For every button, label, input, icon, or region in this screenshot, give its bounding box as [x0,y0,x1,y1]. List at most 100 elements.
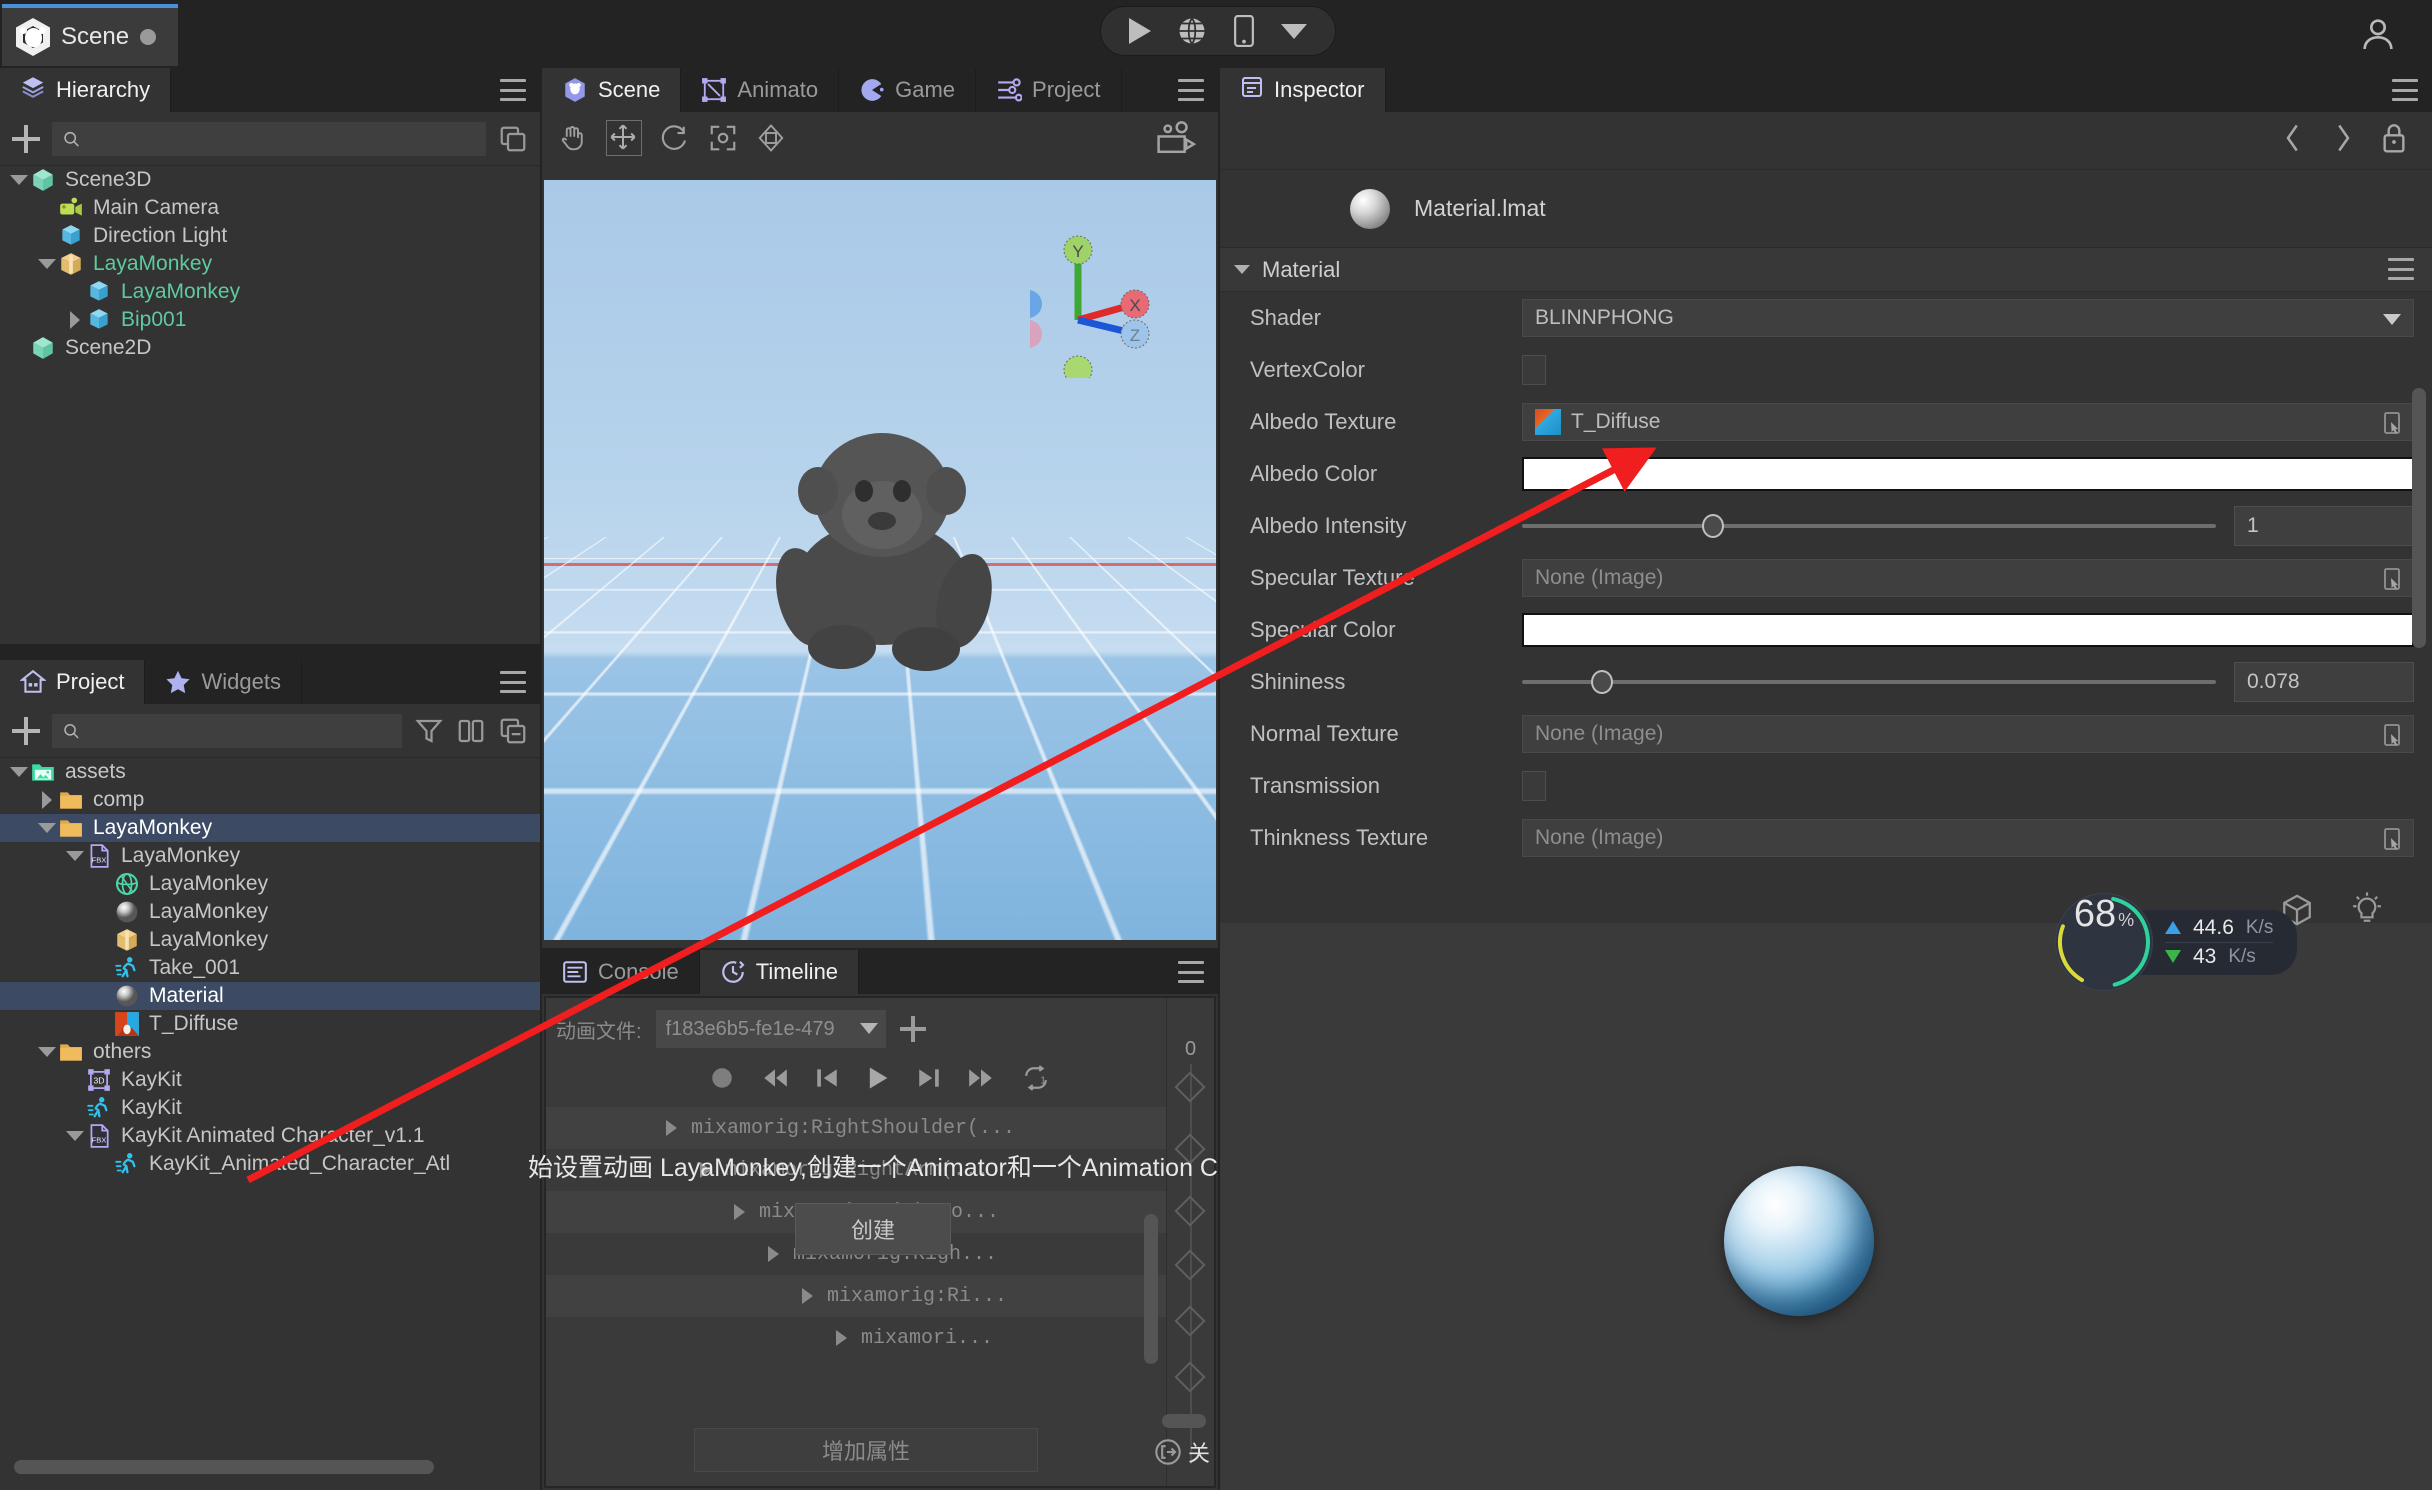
tree-item[interactable]: Scene2D [0,334,540,362]
color-swatch[interactable] [1522,457,2414,491]
slider[interactable] [1522,670,2234,694]
shader-dropdown[interactable]: BLINNPHONG [1522,299,2414,337]
globe-icon[interactable] [1177,16,1207,46]
timeline-track-row[interactable]: mixamori... [546,1317,1214,1359]
timeline-add-animation-button[interactable] [899,1016,926,1042]
slider-track[interactable] [1522,670,2216,694]
tree-item[interactable]: 3D KayKit [0,1066,540,1094]
tab-project[interactable]: Project [976,68,1122,112]
hierarchy-search-input[interactable] [88,128,476,149]
bottom-panel-menu-icon[interactable] [1178,961,1204,983]
play-icon[interactable] [1129,18,1151,44]
tree-item[interactable]: T_Diffuse [0,1010,540,1038]
twisty-expanded-icon[interactable] [36,823,58,833]
tree-item[interactable]: assets [0,758,540,786]
material-section-menu-icon[interactable] [2388,258,2414,280]
hand-pan-tool[interactable] [558,123,588,153]
twisty-collapsed-icon[interactable] [36,791,58,809]
slider-track[interactable] [1522,514,2216,538]
global-local-tool[interactable] [756,123,786,153]
timeline-close-button[interactable]: 关 [1154,1436,1210,1468]
slider-knob[interactable] [1702,514,1725,538]
tree-item[interactable]: Material [0,982,540,1010]
timeline-track-row[interactable]: mixamorig:RightShoulder(... [546,1107,1214,1149]
tree-item[interactable]: LayaMonkey [0,926,540,954]
user-account-icon[interactable] [2358,14,2398,54]
tree-item[interactable]: KayKit [0,1094,540,1122]
chevron-down-icon[interactable] [1281,23,1307,39]
twisty-collapsed-icon[interactable] [64,311,86,329]
tab-timeline[interactable]: Timeline [699,950,860,994]
texture-slot[interactable]: None (Image) [1522,715,2414,753]
mobile-icon[interactable] [1233,15,1255,47]
tab-inspector[interactable]: Inspector [1220,68,1386,112]
asset-picker-icon[interactable] [2381,723,2405,747]
project-search-box[interactable] [52,713,402,748]
performance-stats-hud[interactable]: 68 % 44.6 K/s 43 K/s [2055,893,2298,991]
slider-knob[interactable] [1591,670,1614,694]
layamonkey-3d-model[interactable] [730,387,1030,687]
tree-item[interactable]: KayKit_Animated_Character_Atl [0,1150,540,1178]
tab-scene[interactable]: Scene [542,68,682,112]
rotate-tool[interactable] [660,123,690,153]
split-columns-icon[interactable] [456,716,486,746]
twisty-expanded-icon[interactable] [36,259,58,269]
tab-widgets[interactable]: Widgets [145,660,302,704]
texture-slot[interactable]: None (Image) [1522,559,2414,597]
tree-item[interactable]: LayaMonkey [0,870,540,898]
timeline-keyframe-diamond[interactable] [1174,1071,1206,1103]
tab-project[interactable]: Project [0,660,146,704]
chevron-down-icon[interactable] [1234,265,1250,274]
twisty-expanded-icon[interactable] [64,851,86,861]
step-back-icon[interactable] [815,1065,839,1096]
lock-icon[interactable] [2382,122,2406,159]
tree-item[interactable]: others [0,1038,540,1066]
tree-item[interactable]: comp [0,786,540,814]
twisty-collapsed-icon[interactable] [768,1246,779,1262]
timeline-keyframe-diamond[interactable] [1174,1305,1206,1337]
timeline-horizontal-scrollbar[interactable] [1162,1414,1206,1428]
twisty-expanded-icon[interactable] [36,1047,58,1057]
hierarchy-menu-icon[interactable] [500,79,526,101]
twisty-expanded-icon[interactable] [8,767,30,777]
light-bulb-icon[interactable] [2350,891,2384,932]
hierarchy-search-box[interactable] [52,121,486,156]
slider-value-input[interactable]: 0.078 [2234,662,2414,702]
tree-item[interactable]: Main Camera [0,194,540,222]
chevron-right-icon[interactable] [2332,123,2354,158]
timeline-keyframe-diamond[interactable] [1174,1361,1206,1393]
property-checkbox[interactable] [1522,771,1546,801]
tree-item[interactable]: Scene3D [0,166,540,194]
tree-item[interactable]: FBX KayKit Animated Character_v1.1 [0,1122,540,1150]
hierarchy-add-button[interactable] [12,124,40,153]
texture-slot[interactable]: T_Diffuse [1522,403,2414,441]
tree-item[interactable]: Direction Light [0,222,540,250]
tree-item[interactable]: LayaMonkey [0,814,540,842]
tree-item[interactable]: LayaMonkey [0,250,540,278]
collapse-all-icon[interactable] [498,716,528,746]
tab-hierarchy[interactable]: Hierarchy [0,68,172,112]
slider[interactable] [1522,514,2234,538]
timeline-file-select[interactable]: f183e6b5-fe1e-479 [655,1010,886,1048]
project-add-button[interactable] [12,716,40,745]
chevron-down-icon[interactable] [2383,314,2401,325]
skip-to-start-icon[interactable] [761,1065,789,1096]
scene-view-menu-icon[interactable] [1178,79,1204,101]
duplicate-icon[interactable] [498,124,528,154]
scale-tool[interactable] [708,123,738,153]
asset-picker-icon[interactable] [2381,827,2405,851]
play-icon[interactable] [865,1064,891,1097]
chevron-left-icon[interactable] [2282,123,2304,158]
timeline-track-row[interactable]: mixamorig:Ri... [546,1275,1214,1317]
twisty-expanded-icon[interactable] [64,1131,86,1141]
material-section-header[interactable]: Material [1220,248,2432,292]
scene-3d-viewport[interactable]: Y X Z [544,180,1216,940]
color-swatch[interactable] [1522,613,2414,647]
project-search-input[interactable] [88,720,392,741]
timeline-keyframe-diamond[interactable] [1174,1249,1206,1281]
twisty-collapsed-icon[interactable] [666,1120,677,1136]
tree-item[interactable]: LayaMonkey [0,898,540,926]
twisty-expanded-icon[interactable] [8,175,30,185]
tree-item[interactable]: FBX LayaMonkey [0,842,540,870]
document-tab-scene[interactable]: Scene [2,4,179,66]
